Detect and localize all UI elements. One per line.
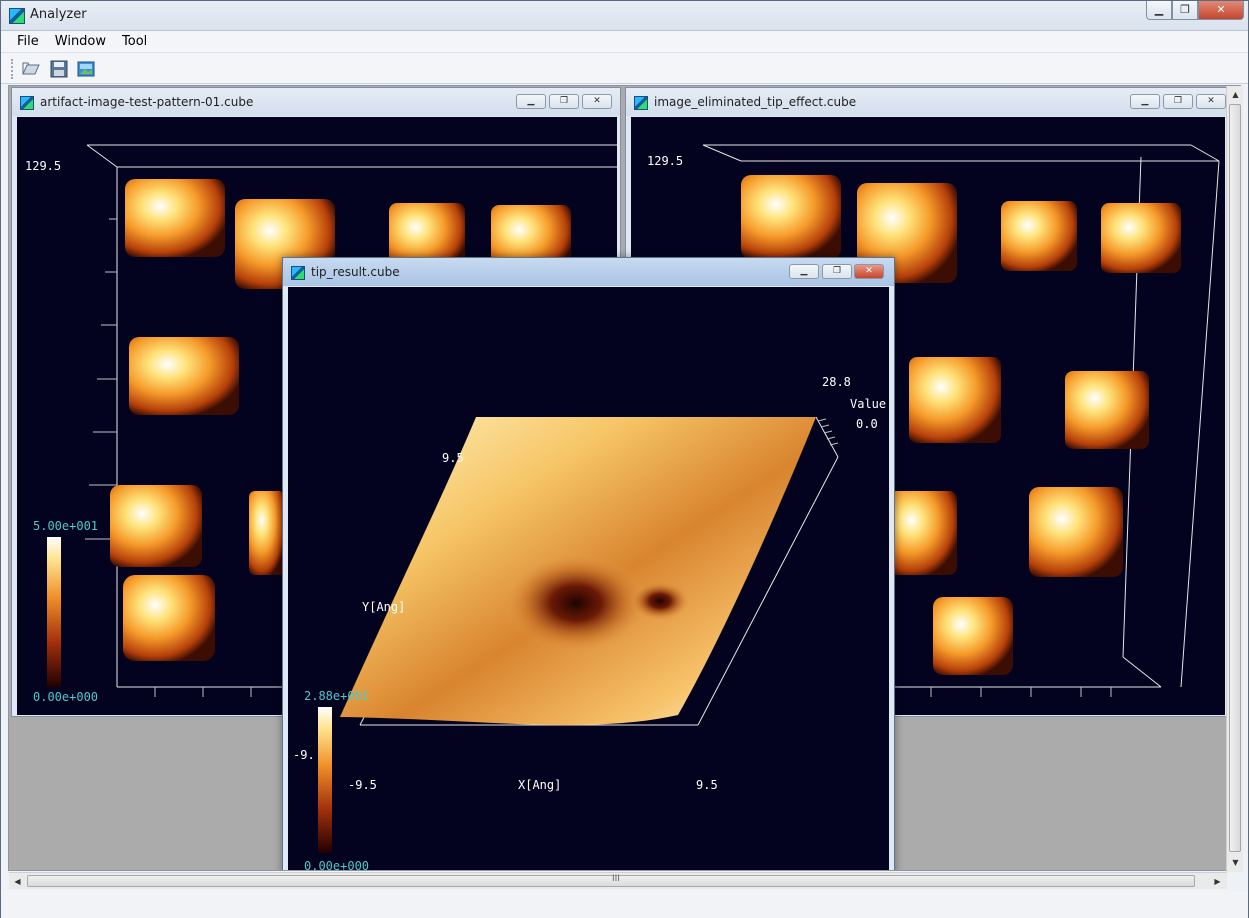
- scroll-right-arrow[interactable]: ▶: [1209, 873, 1226, 890]
- colorbar: [47, 537, 61, 687]
- z-max-label: 129.5: [25, 159, 62, 173]
- x-max-label: 9.5: [696, 778, 718, 792]
- tip-apex: [504, 553, 648, 653]
- child-maximize-button[interactable]: ❐: [1163, 94, 1193, 109]
- cube-file-icon: [291, 266, 305, 280]
- y-max-label: 9.5: [442, 451, 464, 465]
- surface-plot-tip: [318, 416, 839, 853]
- image-export-button[interactable]: [76, 59, 96, 79]
- y-min-label: -9.: [293, 748, 315, 762]
- title-bar[interactable]: Analyzer ▁ ❐ ✕: [1, 1, 1248, 31]
- window-controls: ▁ ❐ ✕: [1146, 1, 1244, 20]
- save-button[interactable]: [49, 59, 69, 79]
- app-title: Analyzer: [30, 7, 87, 22]
- scroll-grip: III: [612, 874, 620, 884]
- child-maximize-button[interactable]: ❐: [822, 264, 852, 279]
- menu-window[interactable]: Window: [47, 31, 114, 52]
- folder-open-icon: [22, 62, 40, 75]
- colorbar-min-label: 0.00e+000: [33, 690, 99, 704]
- colorbar-max-label: 5.00e+001: [33, 519, 99, 533]
- child-maximize-button[interactable]: ❐: [549, 94, 579, 109]
- scroll-down-arrow[interactable]: ▼: [1227, 854, 1244, 871]
- value-min-label: 0.0: [856, 417, 878, 431]
- z-max-label: 129.5: [647, 154, 684, 168]
- cube-file-icon: [20, 96, 34, 110]
- menu-file[interactable]: File: [9, 31, 47, 52]
- child-titlebar[interactable]: tip_result.cube ▁ ❐ ✕: [283, 258, 894, 286]
- child-window-tip-result[interactable]: tip_result.cube ▁ ❐ ✕ 28.8 Value 0.0 9.5…: [282, 257, 895, 871]
- maximize-button[interactable]: ❐: [1172, 1, 1198, 20]
- y-axis-label: Y[Ang]: [362, 600, 406, 614]
- child-minimize-button[interactable]: ▁: [516, 94, 546, 109]
- value-ticks: [817, 418, 839, 446]
- child-title: artifact-image-test-pattern-01.cube: [40, 95, 254, 109]
- analyzer-window: Analyzer ▁ ❐ ✕ File Window Tool artifact…: [0, 0, 1249, 918]
- vertical-scrollbar[interactable]: ▲ ▼: [1226, 86, 1243, 872]
- plot-tip-result[interactable]: 28.8 Value 0.0 9.5 Y[Ang] -9. -9.5 X[Ang…: [288, 287, 889, 871]
- colorbar-min-label: 0.00e+000: [304, 859, 370, 871]
- toolbar: [1, 54, 1248, 84]
- scroll-left-arrow[interactable]: ◀: [9, 873, 26, 890]
- child-close-button[interactable]: ✕: [854, 264, 884, 279]
- child-titlebar[interactable]: artifact-image-test-pattern-01.cube ▁ ❐ …: [12, 88, 620, 116]
- toolbar-grip[interactable]: [11, 59, 14, 79]
- close-button[interactable]: ✕: [1198, 1, 1244, 20]
- open-button[interactable]: [21, 59, 41, 79]
- app-logo-icon: [9, 8, 25, 24]
- horizontal-scroll-thumb[interactable]: III: [27, 874, 1195, 887]
- mdi-workspace: artifact-image-test-pattern-01.cube ▁ ❐ …: [8, 85, 1241, 871]
- value-max-label: 28.8: [822, 375, 851, 389]
- x-axis-label: X[Ang]: [518, 778, 562, 792]
- menu-bar: File Window Tool: [1, 31, 1248, 53]
- child-title: image_eliminated_tip_effect.cube: [654, 95, 857, 109]
- child-close-button[interactable]: ✕: [582, 94, 612, 109]
- menu-tool[interactable]: Tool: [114, 31, 155, 52]
- colorbar: [318, 707, 332, 853]
- child-titlebar[interactable]: image_eliminated_tip_effect.cube ▁ ❐ ✕: [626, 88, 1228, 116]
- x-ticks: [930, 687, 1112, 697]
- image-export-icon: [77, 61, 95, 77]
- x-ticks: [154, 687, 252, 697]
- minimize-button[interactable]: ▁: [1146, 1, 1172, 20]
- x-min-label: -9.5: [348, 778, 377, 792]
- cube-file-icon: [634, 96, 648, 110]
- child-title: tip_result.cube: [311, 265, 400, 279]
- child-minimize-button[interactable]: ▁: [789, 264, 819, 279]
- child-close-button[interactable]: ✕: [1196, 94, 1226, 109]
- child-minimize-button[interactable]: ▁: [1130, 94, 1160, 109]
- status-bar: [1, 890, 1248, 918]
- value-axis-label: Value: [850, 397, 887, 411]
- scroll-up-arrow[interactable]: ▲: [1227, 86, 1244, 103]
- save-disk-icon: [50, 60, 68, 78]
- vertical-scroll-thumb[interactable]: [1229, 104, 1241, 852]
- colorbar-max-label: 2.88e+001: [304, 689, 370, 703]
- horizontal-scrollbar[interactable]: ◀ III ▶: [9, 872, 1227, 889]
